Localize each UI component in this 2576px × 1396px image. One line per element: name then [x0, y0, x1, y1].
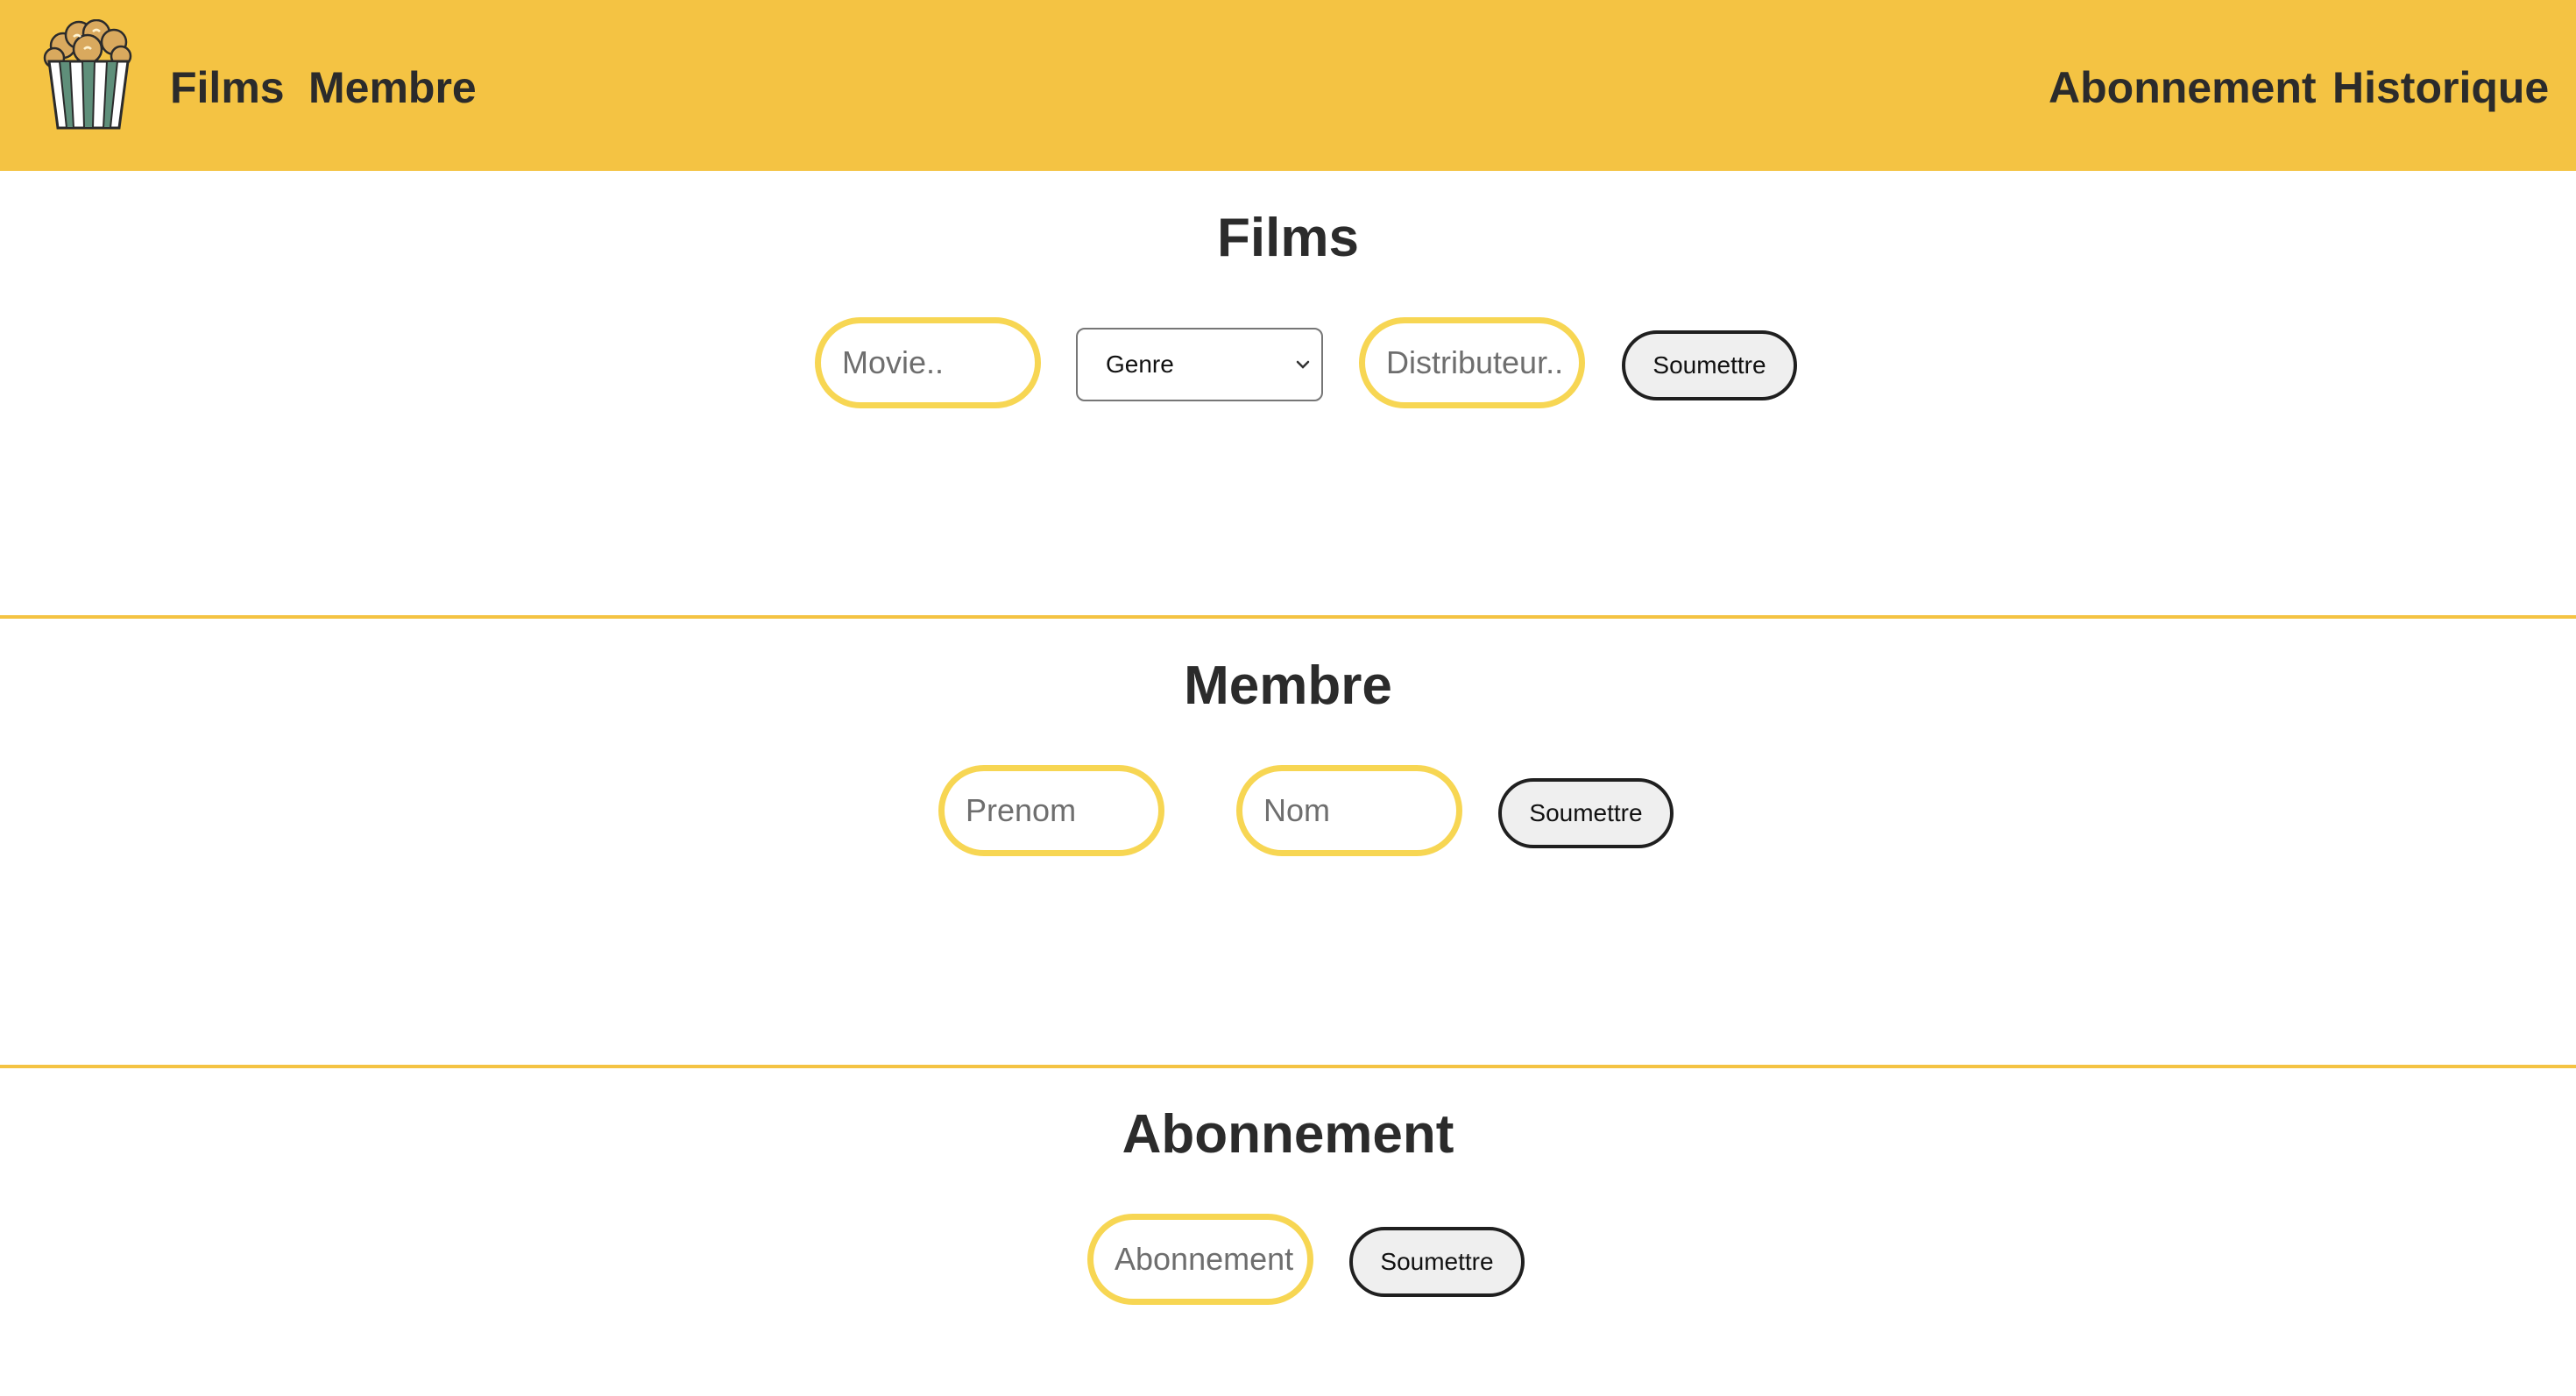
genre-select[interactable]: Genre	[1076, 328, 1323, 401]
membre-submit-button[interactable]: Soumettre	[1498, 778, 1674, 848]
nav-link-abonnement[interactable]: Abonnement	[2049, 61, 2317, 114]
prenom-input[interactable]	[938, 765, 1164, 856]
nav-link-membre[interactable]: Membre	[308, 61, 477, 114]
movie-input[interactable]	[815, 317, 1041, 408]
films-submit-button[interactable]: Soumettre	[1622, 330, 1797, 400]
distributor-input[interactable]	[1359, 317, 1585, 408]
section-divider	[0, 615, 2576, 619]
chevron-down-icon	[1296, 360, 1310, 369]
films-title: Films	[1217, 208, 1359, 268]
membre-title: Membre	[1184, 655, 1392, 716]
genre-select-value: Genre	[1106, 351, 1174, 378]
abonnement-submit-button[interactable]: Soumettre	[1349, 1227, 1525, 1297]
section-divider	[0, 1065, 2576, 1068]
popcorn-icon[interactable]	[40, 19, 137, 133]
nav-link-historique[interactable]: Historique	[2332, 61, 2549, 114]
nav-link-films[interactable]: Films	[170, 61, 285, 114]
abonnement-input[interactable]	[1087, 1214, 1313, 1305]
nom-input[interactable]	[1236, 765, 1462, 856]
top-navbar: Films Membre Abonnement Historique	[0, 0, 2576, 171]
abonnement-title: Abonnement	[1122, 1104, 1454, 1165]
